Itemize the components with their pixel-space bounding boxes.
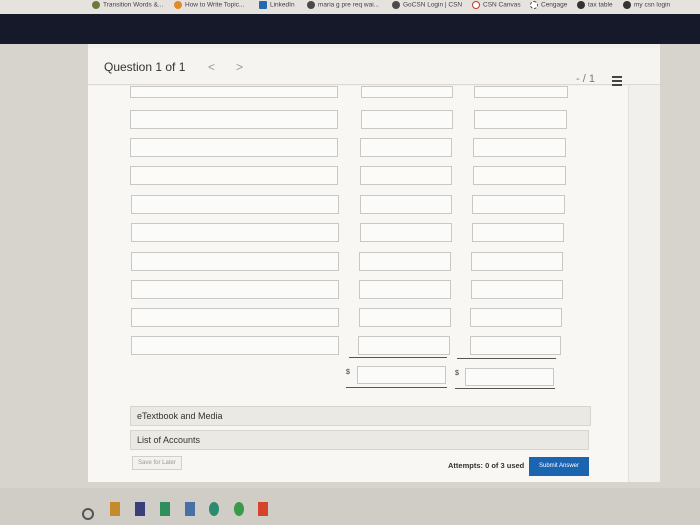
bookmark-linkedin[interactable]: LinkedIn (259, 1, 295, 9)
next-question-icon[interactable]: > (236, 60, 243, 74)
canvas-icon (472, 1, 480, 9)
debit-input[interactable] (359, 195, 452, 214)
bookmark-cengage[interactable]: Cengage (530, 1, 567, 9)
bookmark-transition-words[interactable]: Transition Words &... (92, 1, 163, 9)
account-input[interactable] (130, 252, 339, 271)
cengage-icon (530, 1, 538, 9)
debit-input[interactable] (358, 336, 451, 355)
account-input[interactable] (131, 308, 340, 327)
globe-icon (623, 1, 631, 9)
credit-input[interactable] (470, 280, 563, 299)
credit-input[interactable] (474, 86, 568, 98)
credit-input[interactable] (471, 252, 564, 271)
question-list-icon[interactable] (612, 76, 622, 86)
credit-input[interactable] (471, 223, 565, 242)
bookmark-how-to-write[interactable]: How to Write Topic... (174, 1, 244, 9)
account-input[interactable] (130, 86, 338, 98)
bookmark-csn-canvas[interactable]: CSN Canvas (472, 1, 521, 9)
credit-input[interactable] (469, 336, 562, 355)
puzzle-icon (392, 1, 400, 9)
app-icon[interactable] (258, 502, 268, 516)
globe-icon (577, 1, 585, 9)
bookmark-my-csn-login[interactable]: my csn login (623, 1, 670, 9)
question-header: Question 1 of 1 < > - / 1 (88, 48, 660, 86)
puzzle-icon (307, 1, 315, 9)
credit-input[interactable] (472, 195, 565, 214)
save-for-later-button[interactable]: Save for Later (132, 456, 182, 470)
taskbar (0, 488, 700, 525)
account-input[interactable] (131, 336, 340, 355)
account-input[interactable] (130, 166, 339, 185)
credit-input[interactable] (473, 138, 567, 157)
account-input[interactable] (130, 110, 339, 129)
total-debit-input[interactable] (357, 366, 446, 384)
bookmark-gocsn[interactable]: GoCSN Login | CSN (392, 1, 462, 9)
subtotal-line-debit (349, 357, 447, 358)
linkedin-icon (259, 1, 267, 9)
etextbook-link[interactable]: eTextbook and Media (130, 406, 591, 426)
debit-input[interactable] (359, 252, 452, 271)
globe-icon (174, 1, 182, 9)
app-icon[interactable] (160, 502, 170, 516)
chrome-icon[interactable] (234, 502, 244, 516)
search-icon[interactable] (82, 508, 94, 520)
question-title: Question 1 of 1 (104, 60, 186, 74)
debit-input[interactable] (360, 166, 453, 185)
account-input[interactable] (130, 195, 339, 214)
score-display: - / 1 (576, 73, 595, 85)
debit-input[interactable] (359, 223, 452, 242)
debit-input[interactable] (358, 308, 451, 327)
total-credit-input[interactable] (465, 368, 554, 386)
debit-input[interactable] (361, 86, 453, 98)
list-of-accounts-link[interactable]: List of Accounts (130, 430, 589, 450)
submit-answer-button[interactable]: Submit Answer (529, 457, 589, 476)
bookmark-maria[interactable]: maria g pre req wai... (307, 1, 379, 9)
debit-input[interactable] (360, 110, 453, 129)
debit-input[interactable] (358, 280, 451, 299)
subtotal-line-credit (457, 358, 556, 359)
total-double-line-credit (455, 388, 555, 389)
edge-icon[interactable] (209, 502, 219, 516)
total-double-line-debit (346, 387, 447, 388)
credit-input[interactable] (470, 308, 562, 327)
app-icon[interactable] (185, 502, 195, 516)
dollar-sign-debit: $ (346, 369, 350, 376)
bookmarks-bar: Transition Words &... How to Write Topic… (0, 0, 700, 14)
account-input[interactable] (131, 280, 340, 299)
account-input[interactable] (130, 138, 339, 157)
debit-input[interactable] (360, 138, 453, 157)
credit-input[interactable] (473, 110, 568, 129)
prev-question-icon[interactable]: < (208, 60, 215, 74)
app-icon[interactable] (135, 502, 145, 516)
account-input[interactable] (130, 223, 339, 242)
bookmark-icon (92, 1, 100, 9)
bookmark-tax-table[interactable]: tax table (577, 1, 613, 9)
credit-input[interactable] (472, 166, 566, 185)
dollar-sign-credit: $ (455, 370, 459, 377)
attempts-counter: Attempts: 0 of 3 used (448, 461, 525, 470)
file-explorer-icon[interactable] (110, 502, 120, 516)
site-header (0, 14, 700, 44)
